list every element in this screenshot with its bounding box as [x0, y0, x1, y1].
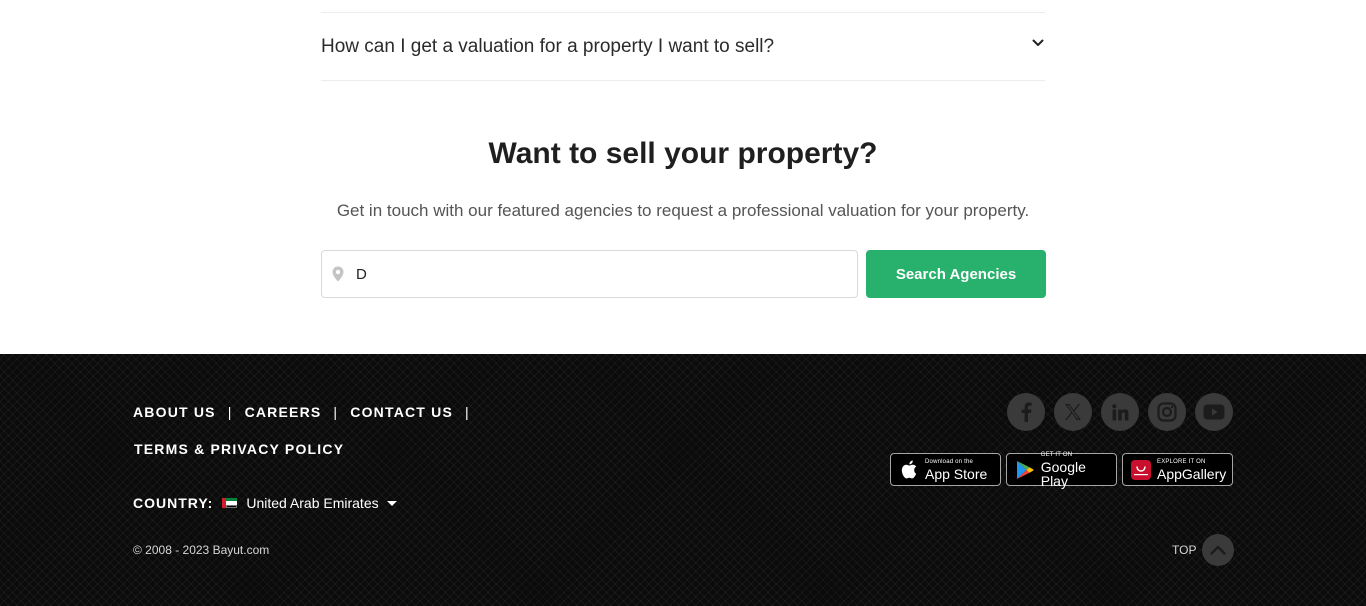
footer-link-contact[interactable]: CONTACT US — [350, 404, 453, 420]
google-play-big-text: Google Play — [1040, 458, 1086, 489]
app-store-big-text: App Store — [925, 465, 988, 482]
x-icon[interactable] — [1054, 393, 1092, 431]
google-play-badge[interactable]: GET IT ON Google Play — [1006, 451, 1117, 489]
location-pin-icon — [332, 265, 346, 283]
sell-subtitle: Get in touch with our featured agencies … — [336, 201, 1030, 220]
google-play-small-text: GET IT ON — [1040, 451, 1073, 458]
google-play-icon — [1015, 460, 1035, 480]
app-store-badge[interactable]: Download on the App Store — [890, 453, 1001, 486]
sell-title: Want to sell your property? — [488, 137, 878, 170]
search-agencies-button[interactable]: Search Agencies — [866, 250, 1046, 298]
copyright: © 2008 - 2023 Bayut.com — [133, 543, 270, 557]
app-store-badges: Download on the App Store GET IT ON Goog… — [890, 451, 1233, 489]
top-label[interactable]: TOP — [1172, 543, 1196, 557]
caret-down-icon[interactable] — [386, 500, 397, 506]
country-label: COUNTRY: — [133, 495, 214, 511]
app-gallery-small-text: EXPLORE IT ON — [1157, 458, 1206, 465]
chevron-down-icon[interactable] — [1031, 36, 1045, 50]
app-gallery-badge[interactable]: EXPLORE IT ON AppGallery — [1122, 453, 1233, 486]
footer-link-careers[interactable]: CAREERS — [245, 404, 322, 420]
huawei-app-gallery-icon — [1131, 459, 1151, 480]
faq-question[interactable]: How can I get a valuation for a property… — [321, 36, 774, 58]
app-gallery-big-text: AppGallery — [1157, 465, 1227, 482]
footer-separator: | — [333, 404, 339, 420]
location-search-box[interactable] — [321, 250, 858, 298]
footer-separator: | — [227, 404, 233, 420]
country-value[interactable]: United Arab Emirates — [246, 495, 378, 511]
linkedin-icon[interactable] — [1101, 393, 1139, 431]
apple-icon — [899, 460, 919, 480]
footer-separator: | — [465, 404, 470, 420]
chevron-up-icon[interactable] — [1202, 534, 1235, 566]
instagram-icon[interactable] — [1148, 393, 1186, 431]
footer-link-about[interactable]: ABOUT US — [133, 404, 216, 420]
social-links — [1007, 393, 1233, 431]
youtube-icon[interactable] — [1195, 393, 1233, 431]
back-to-top[interactable]: TOP — [1172, 534, 1235, 566]
uae-flag-icon — [222, 498, 238, 508]
faq-item[interactable]: How can I get a valuation for a property… — [321, 13, 1045, 81]
app-store-small-text: Download on the — [925, 458, 974, 465]
site-footer: ABOUT US | CAREERS | CONTACT US | TERMS … — [0, 354, 1366, 606]
footer-link-terms[interactable]: TERMS & PRIVACY POLICY — [134, 441, 344, 457]
facebook-icon[interactable] — [1007, 393, 1045, 431]
country-selector[interactable]: COUNTRY: United Arab Emirates — [133, 495, 397, 511]
footer-nav: ABOUT US | CAREERS | CONTACT US | — [133, 404, 482, 420]
location-search-input[interactable] — [356, 265, 836, 283]
